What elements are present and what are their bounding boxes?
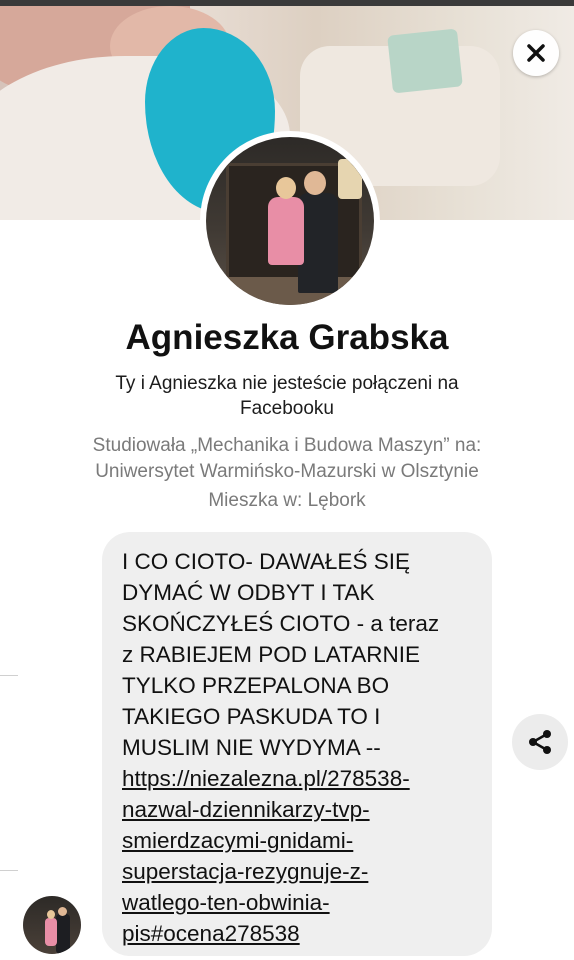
divider — [0, 675, 18, 676]
profile-avatar[interactable] — [200, 131, 380, 311]
share-icon — [529, 730, 551, 754]
location-info: Mieszka w: Lębork — [208, 490, 366, 511]
message-text: I CO CIOTO- DAWAŁEŚ SIĘ DYMAĆ W ODBYT I … — [122, 549, 440, 760]
message-link[interactable]: https://niezalezna.pl/278538- nazwal-dzi… — [122, 763, 472, 949]
share-button[interactable] — [512, 714, 568, 770]
education-info: Studiowała „Mechanika i Budowa Maszyn” n… — [92, 435, 482, 482]
profile-name: Agnieszka Grabska — [125, 318, 449, 357]
sender-avatar[interactable] — [23, 896, 81, 954]
divider — [0, 870, 18, 871]
connection-status: Ty i Agnieszka nie jesteście połączeni n… — [115, 373, 459, 419]
close-button[interactable] — [513, 30, 559, 76]
message-bubble[interactable]: I CO CIOTO- DAWAŁEŚ SIĘ DYMAĆ W ODBYT I … — [102, 532, 492, 956]
close-icon — [527, 44, 545, 62]
